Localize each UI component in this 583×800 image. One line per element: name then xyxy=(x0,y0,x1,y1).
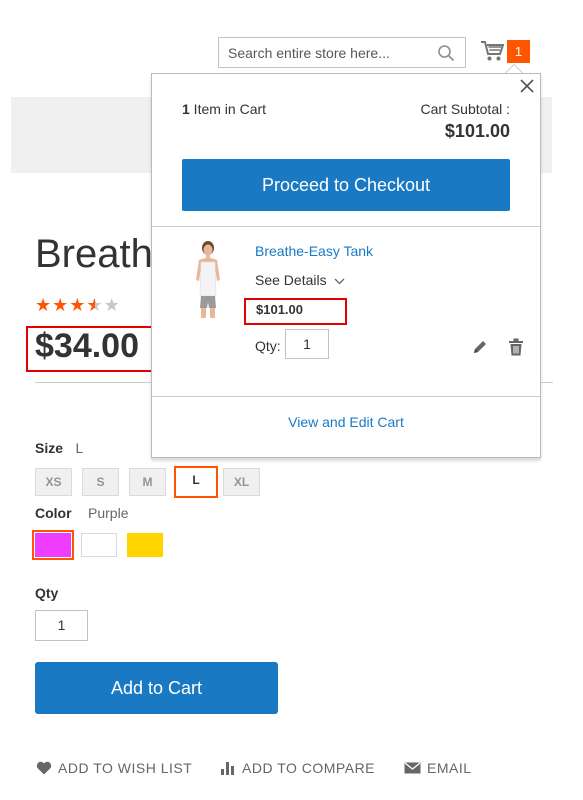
view-and-edit-cart-link[interactable]: View and Edit Cart xyxy=(152,414,540,430)
color-label: Color xyxy=(35,505,72,521)
minicart-product-name[interactable]: Breathe-Easy Tank xyxy=(255,243,373,259)
compare-bars-icon xyxy=(221,762,234,775)
minicart-arrow-inner xyxy=(506,65,522,73)
minicart-count-number: 1 xyxy=(182,101,190,117)
product-thumbnail[interactable] xyxy=(184,240,230,320)
minicart-qty-label: Qty: xyxy=(255,338,281,354)
minicart-divider-top xyxy=(152,226,540,227)
wishlist-label: ADD TO WISH LIST xyxy=(58,760,193,776)
color-selected-value: Purple xyxy=(88,505,129,521)
compare-label: ADD TO COMPARE xyxy=(242,760,376,776)
minicart-divider-bottom xyxy=(152,396,540,397)
add-to-compare-link[interactable]: ADD TO COMPARE xyxy=(220,760,375,776)
product-price: $34.00 xyxy=(35,327,139,365)
search-box[interactable] xyxy=(218,37,466,68)
size-swatch-xl[interactable]: XL xyxy=(223,468,260,496)
close-icon[interactable] xyxy=(519,78,535,94)
add-to-cart-button[interactable]: Add to Cart xyxy=(35,662,278,714)
cart-count-badge[interactable]: 1 xyxy=(507,40,530,63)
see-details-toggle[interactable]: See Details xyxy=(255,272,345,288)
pencil-edit-icon[interactable] xyxy=(472,339,488,355)
chevron-down-icon xyxy=(335,278,345,285)
search-input[interactable] xyxy=(219,38,447,67)
add-to-wishlist-link[interactable]: ADD TO WISH LIST xyxy=(36,760,192,776)
envelope-icon xyxy=(404,762,421,774)
size-swatch-l[interactable]: L xyxy=(174,466,218,498)
qty-input[interactable]: 1 xyxy=(35,610,88,641)
size-option: Size L xyxy=(35,440,83,458)
size-swatch-m[interactable]: M xyxy=(129,468,166,496)
search-icon[interactable] xyxy=(437,44,455,62)
size-selected-value: L xyxy=(75,440,84,456)
color-swatch-purple[interactable] xyxy=(32,530,74,560)
color-option: Color Purple xyxy=(35,505,128,523)
rating-filled-stars: ★★★ xyxy=(35,295,87,315)
minicart-qty-input[interactable]: 1 xyxy=(285,329,329,359)
minicart-item-price: $101.00 xyxy=(256,302,303,317)
heart-icon xyxy=(36,761,52,775)
cart-subtotal-value: $101.00 xyxy=(444,121,510,141)
rating-half-star: ★ xyxy=(86,295,104,315)
size-label: Size xyxy=(35,440,64,456)
trash-icon[interactable] xyxy=(508,338,524,356)
cart-icon[interactable] xyxy=(480,40,504,62)
minicart-item-count: 1 Item in Cart xyxy=(182,101,266,117)
size-swatch-xs[interactable]: XS xyxy=(35,468,72,496)
proceed-to-checkout-button[interactable]: Proceed to Checkout xyxy=(182,159,510,211)
minicart-count-text: Item in Cart xyxy=(189,101,267,117)
color-swatch-white[interactable] xyxy=(81,533,117,557)
email-link[interactable]: EMAIL xyxy=(404,760,472,776)
qty-label: Qty xyxy=(35,585,59,601)
email-label: EMAIL xyxy=(427,760,472,776)
size-swatch-s[interactable]: S xyxy=(82,468,119,496)
rating-stars[interactable]: ★★★★★ xyxy=(35,295,121,316)
color-swatch-yellow[interactable] xyxy=(127,533,163,557)
rating-empty-star: ★ xyxy=(103,295,121,315)
cart-subtotal-label: Cart Subtotal : xyxy=(420,101,511,117)
see-details-label: See Details xyxy=(255,272,327,288)
